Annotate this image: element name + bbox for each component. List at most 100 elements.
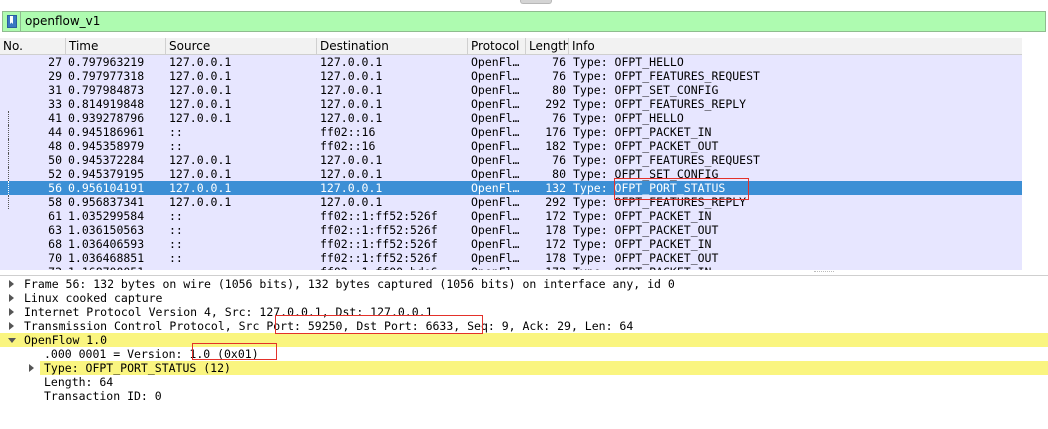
packet-destination: 127.0.0.1 [320,55,383,69]
packet-length: 132 [545,181,566,195]
column-header-length[interactable]: Length [525,38,568,54]
packet-info: Type: OFPT_PACKET_IN [573,125,712,139]
packet-protocol: OpenFl… [471,125,520,139]
expand-arrow-icon[interactable] [9,294,14,302]
detail-tcp[interactable]: Transmission Control Protocol, Src Port:… [0,319,1048,333]
packet-time: 1.168700051 [68,265,164,270]
detail-openflow-type[interactable]: Type: OFPT_PORT_STATUS (12) [29,361,1048,375]
packet-row[interactable]: 27 0.797963219 127.0.0.1 127.0.0.1 OpenFl… 76… [0,55,1022,69]
packet-row[interactable]: 31 0.797984873 127.0.0.1 127.0.0.1 OpenFl… 80… [0,83,1022,97]
packet-source: 127.0.0.1 [169,97,232,111]
packet-protocol: OpenFl… [471,83,520,97]
packet-destination: 127.0.0.1 [320,97,383,111]
collapse-arrow-icon[interactable] [8,338,16,343]
filter-bookmark-button[interactable] [3,12,21,31]
detail-linux-cooked-capture[interactable]: Linux cooked capture [0,291,1048,305]
packet-row[interactable]: 70 1.036468851:: ff02::1:ff52:526f OpenFl… 1… [0,251,1022,265]
packet-info: Type: OFPT_PACKET_IN [573,265,1021,270]
packet-protocol: OpenFl… [471,97,520,111]
detail-frame[interactable]: Frame 56: 132 bytes on wire (1056 bits),… [0,277,1048,291]
expand-arrow-icon[interactable] [29,364,34,372]
packet-length: 172 [545,209,566,223]
packet-protocol: OpenFl… [471,251,520,265]
packet-protocol: OpenFl… [471,265,523,270]
packet-info: Type: OFPT_PACKET_OUT [573,139,719,153]
detail-openflow-version[interactable]: .000 0001 = Version: 1.0 (0x01) [0,347,1048,361]
packet-number: 58 [48,195,62,209]
packet-time: 0.797963219 [68,55,145,69]
packet-destination: 127.0.0.1 [320,153,383,167]
packet-destination: 127.0.0.1 [320,111,383,125]
packet-row[interactable]: 58 0.956837341 127.0.0.1 127.0.0.1 OpenFl… 29… [0,195,1022,209]
column-header-info[interactable]: Info [568,38,1022,54]
packet-list-pane: No. Time Source Destination Protocol Len… [0,38,1048,270]
packet-protocol: OpenFl… [471,195,520,209]
packet-protocol: OpenFl… [471,209,520,223]
packet-info: Type: OFPT_HELLO [573,55,684,69]
packet-info: Type: OFPT_FEATURES_REPLY [573,97,747,111]
packet-source: 127.0.0.1 [169,167,232,181]
packet-destination: ff02::16 [320,139,376,153]
column-header-source[interactable]: Source [165,38,317,54]
packet-row[interactable]: 50 0.945372284 127.0.0.1 127.0.0.1 OpenFl… 76… [0,153,1022,167]
detail-openflow-transaction-id[interactable]: Transaction ID: 0 [0,389,1048,403]
top-drag-handle[interactable] [520,0,552,4]
packet-row[interactable]: 44 0.945186961:: ff02::16 OpenFl… 176 Type: O… [0,125,1022,139]
packet-time: 0.797984873 [68,83,145,97]
packet-row[interactable]: 52 0.945379195 127.0.0.1 127.0.0.1 OpenFl… 80… [0,167,1022,181]
packet-time: 0.945372284 [68,153,145,167]
packet-source: :: [169,125,183,139]
packet-number: 27 [48,55,62,69]
packet-length: 76 [552,69,566,83]
packet-row-selected[interactable]: 56 0.956104191 127.0.0.1 127.0.0.1 OpenFl… 13… [0,181,1022,195]
detail-openflow-length[interactable]: Length: 64 [0,375,1048,389]
packet-length: 176 [545,125,566,139]
annotation-box-version [192,343,277,360]
column-header-destination[interactable]: Destination [316,38,468,54]
packet-source: :: [169,265,317,270]
packet-number: 29 [48,69,62,83]
packet-protocol: OpenFl… [471,237,520,251]
packet-info: Type: OFPT_PACKET_IN [573,237,712,251]
packet-source: 127.0.0.1 [169,181,232,195]
packet-length: 172 [545,237,566,251]
packet-row[interactable]: 68 1.036406593:: ff02::1:ff52:526f OpenFl… 1… [0,237,1022,251]
packet-number: 44 [48,125,62,139]
packet-source: 127.0.0.1 [169,153,232,167]
packet-row[interactable]: 41 0.939278796 127.0.0.1 127.0.0.1 OpenFl… 76… [0,111,1022,125]
column-header-protocol[interactable]: Protocol [467,38,525,54]
expand-arrow-icon[interactable] [9,280,14,288]
expand-arrow-icon[interactable] [9,308,14,316]
packet-number: 41 [48,111,62,125]
packet-protocol: OpenFl… [471,167,520,181]
packet-length: 76 [552,55,566,69]
packet-info: Type: OFPT_PACKET_IN [573,209,712,223]
packet-source: :: [169,237,183,251]
packet-row[interactable]: 48 0.945358979:: ff02::16 OpenFl… 182 Type: O… [0,139,1022,153]
packet-row[interactable]: 29 0.797977318 127.0.0.1 127.0.0.1 OpenFl… 76… [0,69,1022,83]
packet-details-pane: Frame 56: 132 bytes on wire (1056 bits),… [0,275,1048,429]
column-header-no[interactable]: No. [0,38,65,54]
packet-source: :: [169,139,183,153]
bookmark-icon [6,15,17,28]
packet-length: 178 [545,251,566,265]
packet-destination: ff02::1:ff52:526f [320,209,438,223]
packet-length: 76 [552,111,566,125]
packet-info: Type: OFPT_SET_CONFIG [573,83,719,97]
packet-destination: 127.0.0.1 [320,167,383,181]
packet-number: 31 [48,83,62,97]
column-header-time[interactable]: Time [65,38,165,54]
packet-time: 0.956104191 [68,181,145,195]
detail-openflow[interactable]: OpenFlow 1.0 [0,333,1048,347]
display-filter-input[interactable] [25,12,1035,31]
detail-ipv4[interactable]: Internet Protocol Version 4, Src: 127.0.… [0,305,1048,319]
packet-row[interactable]: 72 1.168700051::ff02::1:ff00:bde6OpenFl…1… [0,265,1022,270]
packet-protocol: OpenFl… [471,111,520,125]
packet-info: Type: OFPT_HELLO [573,111,684,125]
packet-source: 127.0.0.1 [169,69,232,83]
packet-row[interactable]: 33 0.814919848 127.0.0.1 127.0.0.1 OpenFl… 29… [0,97,1022,111]
packet-time: 1.036150563 [68,223,145,237]
packet-row[interactable]: 63 1.036150563:: ff02::1:ff52:526f OpenFl… 1… [0,223,1022,237]
packet-row[interactable]: 61 1.035299584:: ff02::1:ff52:526f OpenFl… 1… [0,209,1022,223]
expand-arrow-icon[interactable] [9,322,14,330]
